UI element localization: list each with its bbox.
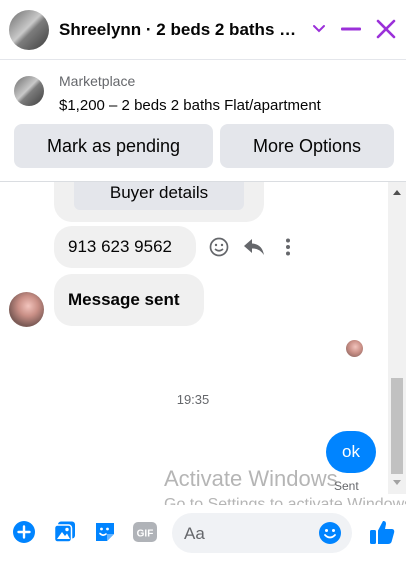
read-receipt-avatar [346,340,363,357]
buyer-details-card: Buyer details [54,182,264,222]
add-icon[interactable] [11,519,37,545]
listing-thumbnail[interactable] [14,76,44,106]
sender-avatar[interactable] [9,292,44,327]
message-input-placeholder: Aa [184,524,205,543]
reply-icon[interactable] [242,235,266,259]
listing-avatar[interactable] [9,10,49,50]
chat-title[interactable]: Shreelynn · 2 beds 2 baths Flat/apartmen… [59,20,299,40]
scrollbar[interactable] [388,182,406,494]
message-composer: GIF Aa [0,505,406,564]
sent-status: Sent [334,479,359,493]
emoji-icon[interactable] [318,521,342,545]
more-actions-icon[interactable] [276,235,300,259]
react-emoji-icon[interactable] [207,235,231,259]
minimize-icon[interactable] [338,16,364,42]
message-thread[interactable]: Buyer details 913 623 9562 Message sent … [0,182,406,494]
marketplace-card: Marketplace $1,200 – 2 beds 2 baths Flat… [0,60,406,182]
gif-icon[interactable]: GIF [131,519,159,545]
like-icon[interactable] [367,517,397,547]
chat-header: Shreelynn · 2 beds 2 baths Flat/apartmen… [0,0,406,60]
buyer-details-button[interactable]: Buyer details [74,182,244,210]
scrollbar-thumb[interactable] [391,378,403,474]
more-options-button[interactable]: More Options [220,124,394,168]
incoming-message[interactable]: 913 623 9562 [54,226,196,268]
image-icon[interactable] [52,519,78,545]
sticker-icon[interactable] [92,519,118,545]
outgoing-message[interactable]: ok [326,431,376,473]
listing-summary[interactable]: $1,200 – 2 beds 2 baths Flat/apartment [59,97,321,114]
close-icon[interactable] [373,16,399,42]
incoming-message[interactable]: Message sent [54,274,204,326]
mark-as-pending-button[interactable]: Mark as pending [14,124,213,168]
marketplace-label: Marketplace [59,73,136,89]
message-input[interactable]: Aa [172,513,352,553]
chevron-down-icon[interactable] [306,16,332,42]
gif-label: GIF [137,529,154,540]
timestamp: 19:35 [176,392,210,407]
scroll-up-arrow-icon[interactable] [393,190,401,195]
scroll-down-arrow-icon[interactable] [393,480,401,485]
